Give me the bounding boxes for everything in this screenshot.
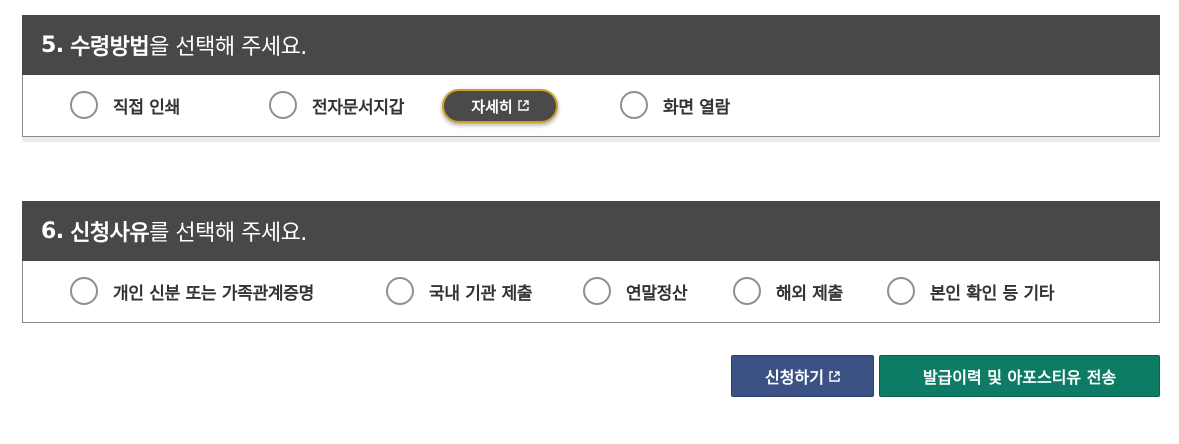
radio-button[interactable] [887, 277, 915, 305]
radio-button[interactable] [583, 277, 611, 305]
radio-option-other[interactable]: 본인 확인 등 기타 [887, 275, 1055, 307]
radio-option-domestic[interactable]: 국내 기관 제출 [386, 275, 533, 307]
radio-label: 해외 제출 [776, 283, 843, 304]
section-number: 6. [41, 218, 64, 244]
radio-label: 직접 인쇄 [113, 97, 180, 118]
section-title-rest: 을 선택해 주세요. [149, 35, 307, 60]
section-header: 5. 수령방법 을 선택해 주세요. [22, 15, 1160, 75]
send-apostille-button[interactable]: 발급이력 및 아포스티유 전송 [879, 355, 1160, 397]
section-title-bold: 신청사유 [70, 221, 150, 246]
section-title-rest: 를 선택해 주세요. [149, 221, 307, 246]
section-divider [22, 137, 1160, 142]
detail-button-label: 자세히 [471, 97, 513, 116]
radio-label: 개인 신분 또는 가족관계증명 [113, 283, 314, 304]
section-title-bold: 수령방법 [70, 35, 150, 60]
section-number: 5. [41, 32, 64, 58]
send-apostille-label: 발급이력 및 아포스티유 전송 [922, 368, 1117, 387]
external-link-icon [518, 97, 529, 115]
radio-button[interactable] [386, 277, 414, 305]
section-request-reason: 6. 신청사유 를 선택해 주세요. 개인 신분 또는 가족관계증명 국내 기관 … [22, 201, 1160, 323]
radio-label: 연말정산 [626, 283, 688, 304]
apply-button-label: 신청하기 [765, 368, 824, 387]
radio-label: 본인 확인 등 기타 [930, 283, 1055, 304]
section-options: 개인 신분 또는 가족관계증명 국내 기관 제출 연말정산 해외 제출 본인 확… [22, 261, 1160, 323]
section-header: 6. 신청사유 를 선택해 주세요. [22, 201, 1160, 261]
radio-option-year-end-tax[interactable]: 연말정산 [583, 275, 688, 307]
section-receive-method: 5. 수령방법 을 선택해 주세요. 직접 인쇄 전자문서지갑 자세히 화면 열람 [22, 15, 1160, 142]
radio-option-e-wallet[interactable]: 전자문서지갑 [269, 89, 404, 121]
radio-option-screen-view[interactable]: 화면 열람 [620, 89, 730, 121]
radio-button[interactable] [269, 91, 297, 119]
radio-button[interactable] [733, 277, 761, 305]
apply-button[interactable]: 신청하기 [731, 355, 874, 397]
radio-label: 화면 열람 [663, 97, 730, 118]
section-options: 직접 인쇄 전자문서지갑 자세히 화면 열람 [22, 75, 1160, 137]
external-link-icon [829, 367, 840, 386]
radio-button[interactable] [620, 91, 648, 119]
radio-option-family-relation[interactable]: 개인 신분 또는 가족관계증명 [70, 275, 314, 307]
radio-option-overseas[interactable]: 해외 제출 [733, 275, 843, 307]
detail-button[interactable]: 자세히 [442, 89, 558, 123]
radio-button[interactable] [70, 91, 98, 119]
radio-option-print[interactable]: 직접 인쇄 [70, 89, 180, 121]
radio-label: 전자문서지갑 [312, 97, 405, 118]
radio-button[interactable] [70, 277, 98, 305]
radio-label: 국내 기관 제출 [429, 283, 533, 304]
